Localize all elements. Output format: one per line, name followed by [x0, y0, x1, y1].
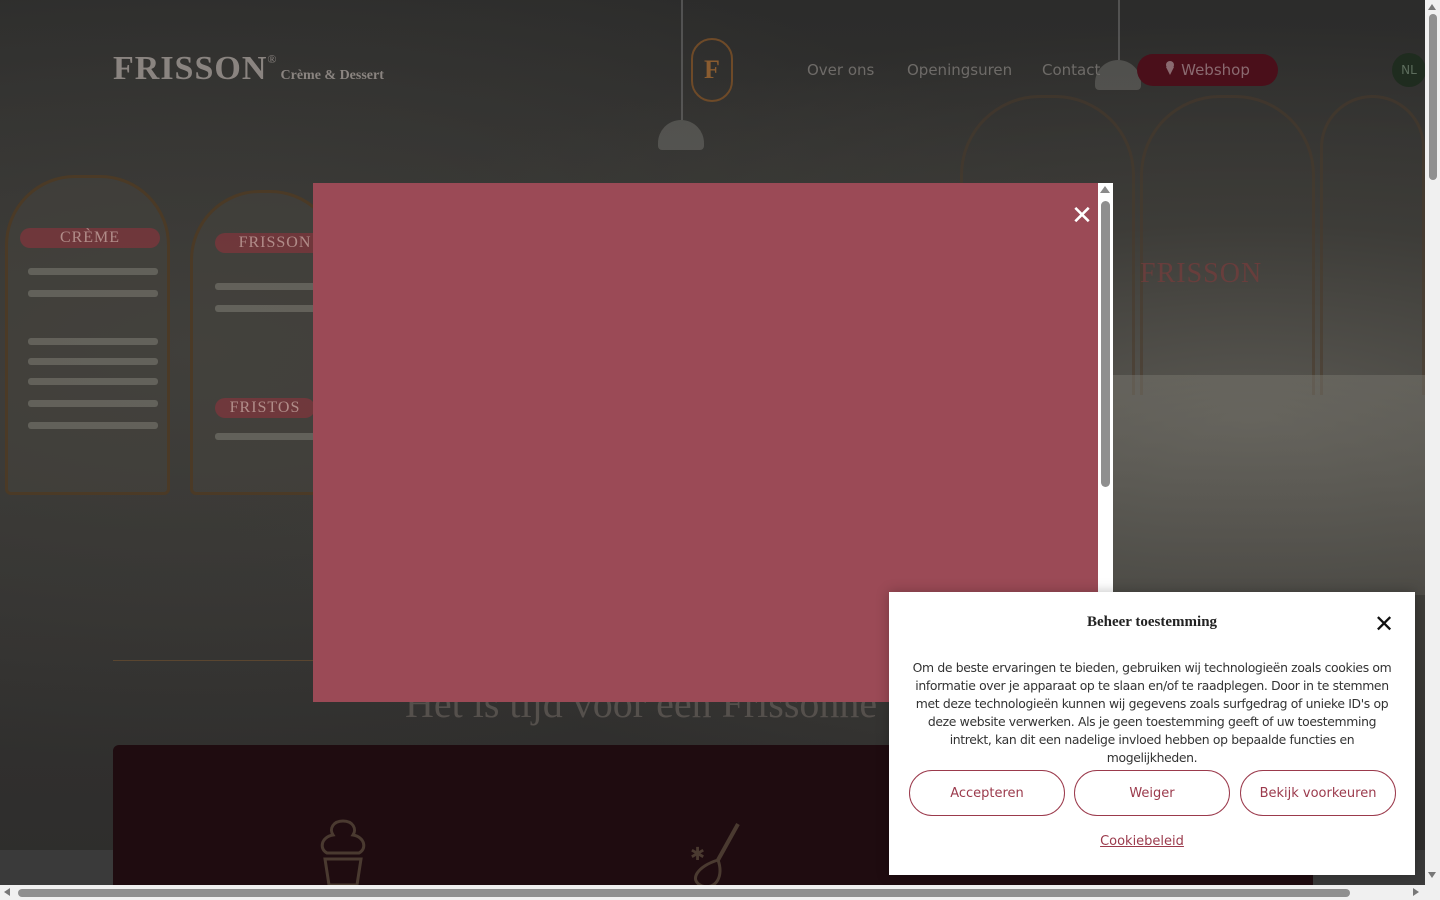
- brand-emblem: F: [691, 38, 733, 102]
- wall-arch: [1140, 95, 1315, 395]
- shop-counter: [1110, 375, 1425, 595]
- scroll-up-arrow-icon[interactable]: [1428, 4, 1436, 10]
- page-vertical-scrollbar[interactable]: [1425, 0, 1440, 885]
- cookie-title: Beheer toestemming: [1086, 614, 1218, 630]
- vertical-scrollbar-thumb[interactable]: [1429, 14, 1437, 180]
- horizontal-scrollbar-thumb[interactable]: [18, 889, 1350, 897]
- board-line: [215, 283, 325, 290]
- scrollbar-corner: [1425, 885, 1440, 900]
- nav-contact[interactable]: Contact: [1042, 61, 1100, 79]
- site-header: FRISSON ® Crème & Dessert F Over ons Ope…: [0, 0, 1426, 140]
- ice-cream-icon: [1165, 61, 1175, 79]
- board-line: [28, 290, 158, 297]
- board-line: [28, 268, 158, 275]
- accept-button[interactable]: Accepteren: [909, 770, 1065, 816]
- site-logo[interactable]: FRISSON ® Crème & Dessert: [113, 52, 384, 86]
- cookie-consent-banner: Beheer toestemming ✕ Om de beste ervarin…: [889, 592, 1415, 875]
- cookie-description: Om de beste ervaringen te bieden, gebrui…: [912, 660, 1392, 765]
- board-line: [28, 400, 158, 407]
- language-switcher[interactable]: NL: [1392, 53, 1426, 87]
- modal-scrollbar-thumb[interactable]: [1101, 201, 1110, 487]
- logo-wordmark: FRISSON: [113, 50, 268, 87]
- nav-openingsuren[interactable]: Openingsuren: [907, 61, 1012, 79]
- logo-tagline: Crème & Dessert: [280, 68, 384, 83]
- board-line: [215, 305, 325, 312]
- scroll-down-arrow-icon[interactable]: [1428, 872, 1436, 878]
- board-line: [28, 378, 158, 385]
- scroll-right-arrow-icon[interactable]: [1413, 888, 1419, 896]
- board-label: CRÈME: [20, 228, 160, 248]
- shop-sign: FRISSON: [1140, 258, 1263, 289]
- svg-text:✱: ✱: [690, 844, 705, 865]
- board-line: [28, 338, 158, 345]
- scroll-left-arrow-icon[interactable]: [4, 888, 10, 896]
- cookie-close-button[interactable]: ✕: [1370, 610, 1398, 638]
- webshop-button[interactable]: Webshop: [1137, 54, 1278, 86]
- nav-over-ons[interactable]: Over ons: [807, 61, 874, 79]
- whisk-icon: ✱: [678, 820, 758, 885]
- scroll-up-arrow-icon[interactable]: [1100, 186, 1110, 193]
- modal-close-button[interactable]: ✕: [1066, 200, 1098, 232]
- cookie-policy-link[interactable]: Cookiebeleid: [889, 834, 1395, 849]
- wall-arch: [1320, 95, 1425, 395]
- board-line: [28, 358, 158, 365]
- deny-button[interactable]: Weiger: [1074, 770, 1230, 816]
- menu-board: CRÈME: [5, 175, 170, 495]
- board-label: FRISTOS: [215, 398, 315, 418]
- webshop-label: Webshop: [1181, 61, 1250, 79]
- view-preferences-button[interactable]: Bekijk voorkeuren: [1240, 770, 1396, 816]
- page-horizontal-scrollbar[interactable]: [0, 885, 1425, 900]
- cupcake-icon: [303, 815, 383, 885]
- board-line: [28, 422, 158, 429]
- board-line: [215, 433, 325, 440]
- logo-registered-mark: ®: [267, 52, 277, 66]
